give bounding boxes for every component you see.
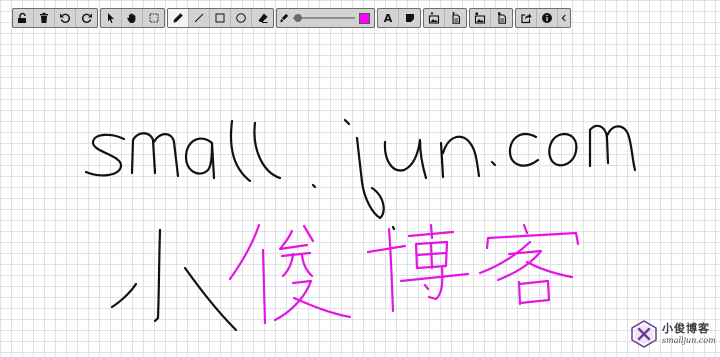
stroke-xiao-right xyxy=(183,266,238,332)
stroke-letter-s xyxy=(84,133,126,177)
stroke-jun-2 xyxy=(261,248,267,325)
stroke-speck-2 xyxy=(391,225,396,231)
stroke-ke-4 xyxy=(517,279,551,306)
stroke-letter-l-1 xyxy=(229,119,252,183)
stroke-jun-3 xyxy=(278,224,315,251)
stroke-letter-j xyxy=(355,136,385,220)
stroke-xiao-left xyxy=(110,282,138,309)
stroke-letter-l-2 xyxy=(253,121,282,180)
stroke-ke-1 xyxy=(522,223,529,235)
watermark-subtitle: smalljun.com xyxy=(662,336,716,345)
handwriting-smalljun-com xyxy=(84,118,637,332)
stroke-ke-2 xyxy=(485,231,580,250)
stroke-jun-4 xyxy=(280,251,314,278)
stroke-ke-3 xyxy=(478,240,574,282)
site-watermark: 小俊博客 smalljun.com xyxy=(630,320,716,348)
stroke-letter-u xyxy=(383,138,428,180)
stroke-letter-m-2 xyxy=(588,124,637,172)
stroke-bo-2 xyxy=(387,227,395,313)
stroke-letter-n xyxy=(439,135,481,179)
stroke-jun-1 xyxy=(228,223,261,281)
drawing-canvas[interactable] xyxy=(0,0,720,357)
stroke-bo-4 xyxy=(414,240,449,270)
watermark-title: 小俊博客 xyxy=(662,322,710,335)
stroke-period xyxy=(490,160,497,167)
stroke-bo-3 xyxy=(407,223,455,240)
stroke-bo-1 xyxy=(366,244,407,254)
stroke-letter-o xyxy=(548,132,578,167)
stroke-letter-m xyxy=(130,132,180,178)
stroke-speck-1 xyxy=(311,183,317,189)
stroke-bo-5 xyxy=(399,266,470,301)
handwriting-xiaojun-boke xyxy=(228,223,580,325)
stroke-letter-c xyxy=(508,132,540,167)
stroke-jun-5 xyxy=(273,279,352,322)
stroke-j-dot xyxy=(343,118,351,126)
watermark-text: 小俊博客 smalljun.com xyxy=(662,323,716,345)
site-logo-icon xyxy=(631,320,657,348)
stroke-xiao-hook xyxy=(153,228,162,323)
stroke-letter-a xyxy=(184,137,216,180)
